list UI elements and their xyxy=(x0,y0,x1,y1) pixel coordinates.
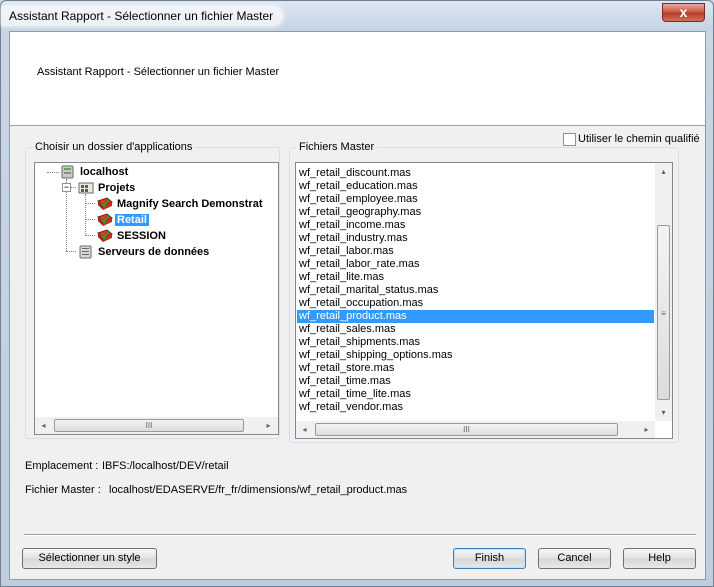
folders-group-label: Choisir un dossier d'applications xyxy=(32,141,196,153)
list-item[interactable]: wf_retail_income.mas xyxy=(297,219,654,232)
thumb-grip: ≡ xyxy=(661,309,666,318)
tree-node-label: Magnify Search Demonstrat xyxy=(117,198,263,210)
master-files-group-label: Fichiers Master xyxy=(296,141,378,153)
window-title: Assistant Rapport - Sélectionner un fich… xyxy=(1,6,284,26)
tree-line xyxy=(85,219,95,220)
footer-separator xyxy=(24,534,696,536)
tree-node-data-servers[interactable]: Serveurs de données xyxy=(78,244,211,260)
scroll-right-arrow[interactable]: ▸ xyxy=(260,417,277,434)
tree-node-projects[interactable]: Projets xyxy=(78,180,137,196)
projects-icon xyxy=(78,182,94,194)
tree-node-label: Projets xyxy=(98,182,136,194)
app-folder-icon xyxy=(97,213,113,226)
tree-line xyxy=(85,235,95,236)
list-item[interactable]: wf_retail_vendor.mas xyxy=(297,401,654,414)
server-icon xyxy=(61,165,74,179)
dialog-window: Assistant Rapport - Sélectionner un fich… xyxy=(0,0,714,587)
scroll-left-arrow[interactable]: ◂ xyxy=(296,421,313,438)
title-bar: Assistant Rapport - Sélectionner un fich… xyxy=(1,1,713,31)
tree-expander[interactable]: − xyxy=(62,183,71,192)
tree-node-label: SESSION xyxy=(117,230,166,242)
list-item[interactable]: wf_retail_industry.mas xyxy=(297,232,654,245)
app-folder-icon xyxy=(97,229,113,242)
tree-node-localhost[interactable]: localhost xyxy=(60,164,130,180)
list-item[interactable]: wf_retail_labor.mas xyxy=(297,245,654,258)
list-item[interactable]: wf_retail_employee.mas xyxy=(297,193,654,206)
file-list-vertical-scrollbar[interactable]: ▴ ≡ ▾ xyxy=(655,163,672,421)
cancel-button[interactable]: Cancel xyxy=(538,548,611,569)
location-value: IBFS:/localhost/DEV/retail xyxy=(102,460,229,472)
app-folder-icon xyxy=(97,197,113,210)
close-button[interactable]: x xyxy=(662,3,705,22)
tree-horizontal-scrollbar[interactable]: ◂ III ▸ xyxy=(35,417,278,434)
scroll-down-arrow[interactable]: ▾ xyxy=(655,404,672,421)
folder-tree[interactable]: − localhost Projets Magnify Search Demon… xyxy=(34,162,279,435)
tree-line xyxy=(66,251,76,252)
list-item[interactable]: wf_retail_shipping_options.mas xyxy=(297,349,654,362)
tree-node-label: Retail xyxy=(115,214,149,226)
scroll-right-arrow[interactable]: ▸ xyxy=(638,421,655,438)
location-label: Emplacement : xyxy=(25,460,99,472)
file-list: wf_retail_discount.mas wf_retail_educatio… xyxy=(297,167,654,414)
thumb-grip: III xyxy=(145,421,153,430)
list-item[interactable]: wf_retail_labor_rate.mas xyxy=(297,258,654,271)
dialog-body: Assistant Rapport - Sélectionner un fich… xyxy=(9,31,706,580)
tree-node-magnify[interactable]: Magnify Search Demonstrat xyxy=(97,196,264,212)
tree-line xyxy=(85,194,86,236)
list-item[interactable]: wf_retail_product.mas xyxy=(297,310,654,323)
scroll-left-arrow[interactable]: ◂ xyxy=(35,417,52,434)
help-button[interactable]: Help xyxy=(623,548,696,569)
thumb-grip: III xyxy=(463,425,470,434)
list-item[interactable]: wf_retail_lite.mas xyxy=(297,271,654,284)
file-list-horizontal-scrollbar[interactable]: ◂ III ▸ xyxy=(296,421,655,438)
qualified-path-label[interactable]: Utiliser le chemin qualifié xyxy=(578,133,700,145)
header-title: Assistant Rapport - Sélectionner un fich… xyxy=(37,66,280,78)
master-file-value: localhost/EDASERVE/fr_fr/dimensions/wf_r… xyxy=(109,484,408,496)
list-item[interactable]: wf_retail_sales.mas xyxy=(297,323,654,336)
list-item[interactable]: wf_retail_store.mas xyxy=(297,362,654,375)
tree-node-label: localhost xyxy=(80,166,129,178)
scroll-thumb[interactable]: III xyxy=(54,419,244,432)
scroll-up-arrow[interactable]: ▴ xyxy=(655,163,672,180)
scroll-thumb[interactable]: III xyxy=(315,423,618,436)
select-style-button[interactable]: Sélectionner un style xyxy=(22,548,157,569)
scroll-thumb[interactable]: ≡ xyxy=(657,225,670,400)
tree-line xyxy=(85,203,95,204)
list-item[interactable]: wf_retail_education.mas xyxy=(297,180,654,193)
tree-node-session[interactable]: SESSION xyxy=(97,228,168,244)
list-item[interactable]: wf_retail_occupation.mas xyxy=(297,297,654,310)
finish-button[interactable]: Finish xyxy=(453,548,526,569)
list-item[interactable]: wf_retail_geography.mas xyxy=(297,206,654,219)
master-file-label: Fichier Master : xyxy=(25,484,101,496)
database-servers-icon xyxy=(79,245,92,259)
list-item[interactable]: wf_retail_marital_status.mas xyxy=(297,284,654,297)
tree-line xyxy=(47,172,59,173)
master-file-list[interactable]: wf_retail_discount.mas wf_retail_educatio… xyxy=(295,162,673,439)
close-icon: x xyxy=(679,4,688,20)
list-item[interactable]: wf_retail_shipments.mas xyxy=(297,336,654,349)
tree-node-label: Serveurs de données xyxy=(98,246,210,258)
list-item[interactable]: wf_retail_discount.mas xyxy=(297,167,654,180)
list-item[interactable]: wf_retail_time_lite.mas xyxy=(297,388,654,401)
header-area: Assistant Rapport - Sélectionner un fich… xyxy=(10,32,705,126)
tree-node-retail[interactable]: Retail xyxy=(97,212,149,228)
qualified-path-checkbox[interactable] xyxy=(563,133,576,146)
list-item[interactable]: wf_retail_time.mas xyxy=(297,375,654,388)
